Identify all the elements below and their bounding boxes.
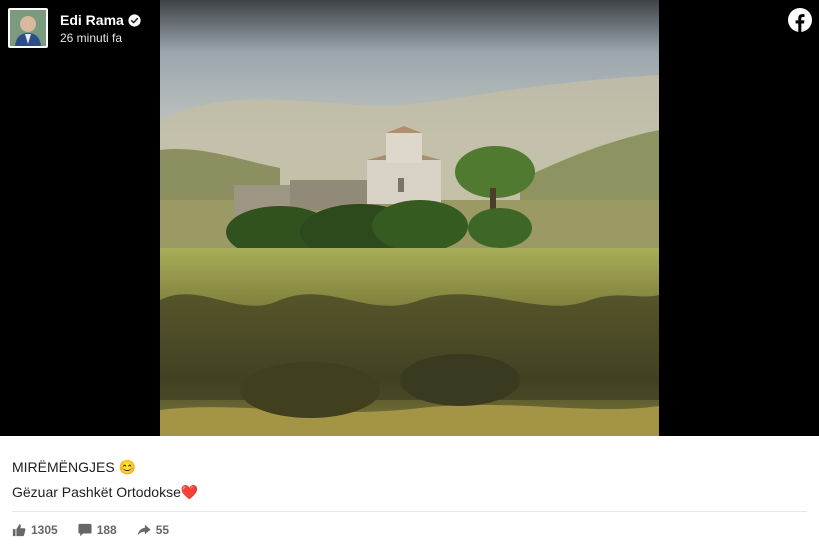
likes-value: 1305 — [31, 523, 58, 537]
author-name[interactable]: Edi Rama — [60, 12, 124, 28]
facebook-icon[interactable] — [788, 8, 812, 32]
profile-picture — [10, 10, 46, 46]
church-landscape-image — [160, 0, 659, 436]
verified-badge-icon — [128, 13, 141, 27]
avatar[interactable] — [8, 8, 48, 48]
post-author[interactable]: Edi Rama 26 minuti fa — [8, 8, 141, 48]
likes-count[interactable]: 1305 — [12, 523, 58, 537]
engagement-stats: 1305 188 55 — [12, 523, 189, 537]
thumbs-up-icon — [12, 524, 26, 537]
comments-count[interactable]: 188 — [78, 523, 117, 537]
post-timestamp[interactable]: 26 minuti fa — [60, 31, 141, 45]
comments-value: 188 — [96, 523, 117, 537]
share-arrow-icon — [137, 524, 151, 536]
post-caption: MIRËMËNGJES 😊 Gëzuar Pashkët Ortodokse❤️ — [12, 455, 198, 505]
divider — [12, 511, 807, 512]
caption-line: MIRËMËNGJES 😊 — [12, 459, 136, 475]
post-photo[interactable] — [160, 0, 659, 436]
shares-count[interactable]: 55 — [137, 523, 169, 537]
comment-bubble-icon — [78, 523, 92, 537]
caption-line: Gëzuar Pashkët Ortodokse❤️ — [12, 484, 199, 500]
shares-value: 55 — [155, 523, 170, 537]
post-media[interactable] — [0, 0, 819, 436]
